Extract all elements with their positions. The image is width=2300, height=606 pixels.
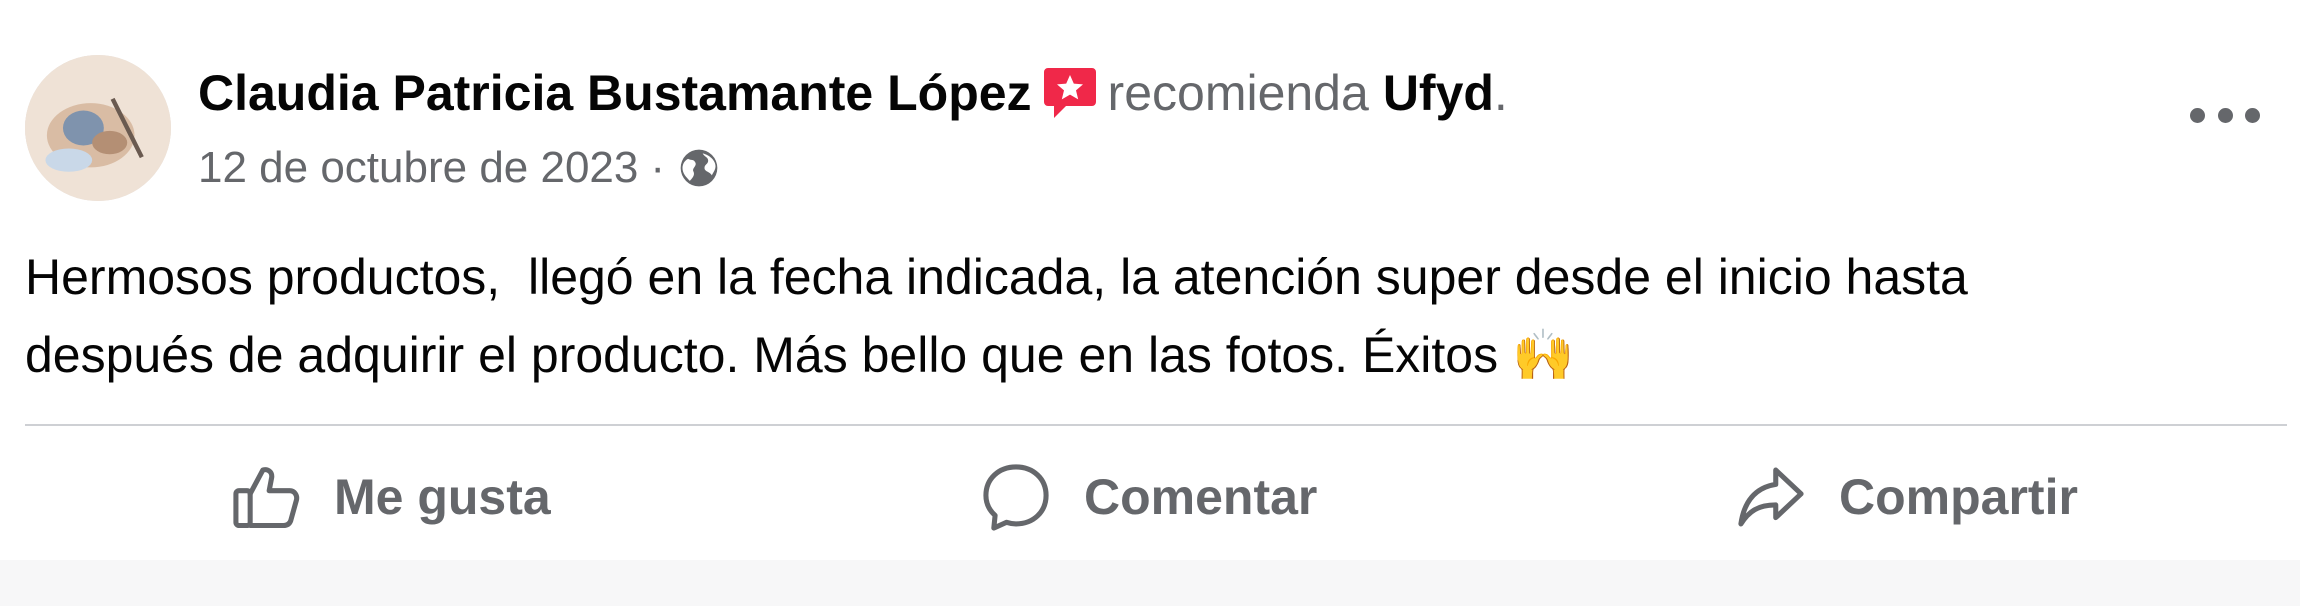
author-name[interactable]: Claudia Patricia Bustamante López [198,64,1032,122]
share-button[interactable]: Compartir [1733,457,2078,537]
post-text: Hermosos productos, llegó en la fecha in… [25,249,1968,383]
divider [25,424,2287,426]
comment-label: Comentar [1084,469,1318,525]
share-label: Compartir [1839,469,2078,525]
share-icon [1733,459,1809,535]
post-meta: 12 de octubre de 2023 · [198,140,721,196]
comment-button[interactable]: Comentar [978,457,1317,537]
avatar-image [25,55,171,201]
globe-icon[interactable] [677,146,721,190]
avatar[interactable] [25,55,171,201]
action-bar: Me gusta Comentar Compartir [0,430,2300,560]
meta-separator: · [650,143,666,192]
post-card: Claudia Patricia Bustamante López recomi… [0,0,2300,560]
thumbs-up-icon [228,459,304,535]
post-date[interactable]: 12 de octubre de 2023 [198,143,638,193]
more-dot [2190,107,2205,123]
more-options-icon[interactable] [2190,100,2260,130]
recommend-verb: recomienda [1107,65,1369,121]
more-dot [2245,107,2260,123]
page-name[interactable]: Ufyd [1383,64,1494,122]
recommend-star-icon [1042,64,1098,122]
post-header: Claudia Patricia Bustamante López recomi… [198,58,1508,128]
header-period: . [1493,65,1508,121]
more-dot [2217,107,2233,123]
like-button[interactable]: Me gusta [228,457,551,537]
comment-icon [978,459,1054,535]
like-label: Me gusta [334,469,551,525]
